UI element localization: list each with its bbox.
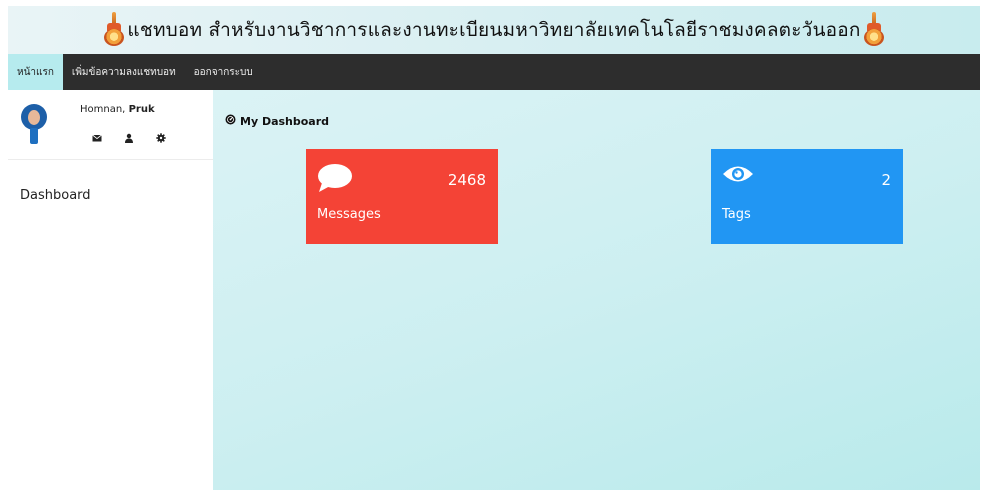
cog-icon[interactable]: [156, 128, 166, 143]
university-emblem-icon: [863, 12, 885, 48]
user-last-name: Homnan,: [80, 104, 126, 115]
profile-actions: [92, 128, 166, 143]
avatar: [20, 104, 48, 146]
page-title-text: My Dashboard: [240, 114, 330, 128]
user-name: Homnan, Pruk: [80, 104, 155, 115]
banner-title-row: แชทบอท สำหรับงานวิชาการและงานทะเบียนมหาว…: [101, 12, 886, 48]
user-profile: Homnan, Pruk: [8, 90, 213, 160]
university-emblem-icon: [103, 12, 125, 48]
dashboard-icon: [225, 114, 236, 128]
nav-item-add-message[interactable]: เพิ่มข้อความลงแชทบอท: [63, 54, 185, 90]
page-title: My Dashboard: [225, 114, 329, 128]
nav-item-logout[interactable]: ออกจากระบบ: [185, 54, 262, 90]
top-navbar: หน้าแรก เพิ่มข้อความลงแชทบอท ออกจากระบบ: [8, 54, 980, 90]
tags-label: Tags: [722, 207, 751, 222]
sidebar: Homnan, Pruk Dashboard: [8, 90, 213, 490]
tags-count: 2: [881, 171, 891, 189]
eye-icon: [722, 163, 754, 189]
main-content: My Dashboard 2468 Messages 2 Tags: [213, 90, 980, 490]
envelope-icon[interactable]: [92, 128, 102, 142]
user-icon[interactable]: [124, 128, 134, 143]
messages-card[interactable]: 2468 Messages: [306, 149, 498, 244]
comment-icon: [317, 163, 353, 197]
nav-item-home[interactable]: หน้าแรก: [8, 54, 63, 90]
messages-label: Messages: [317, 207, 381, 222]
sidebar-item-dashboard[interactable]: Dashboard: [20, 188, 91, 203]
messages-count: 2468: [447, 171, 486, 189]
user-first-name: Pruk: [128, 104, 155, 115]
page: แชทบอท สำหรับงานวิชาการและงานทะเบียนมหาว…: [8, 6, 980, 490]
tags-card[interactable]: 2 Tags: [711, 149, 903, 244]
header-banner: แชทบอท สำหรับงานวิชาการและงานทะเบียนมหาว…: [8, 6, 980, 54]
banner-title: แชทบอท สำหรับงานวิชาการและงานทะเบียนมหาว…: [127, 19, 861, 41]
